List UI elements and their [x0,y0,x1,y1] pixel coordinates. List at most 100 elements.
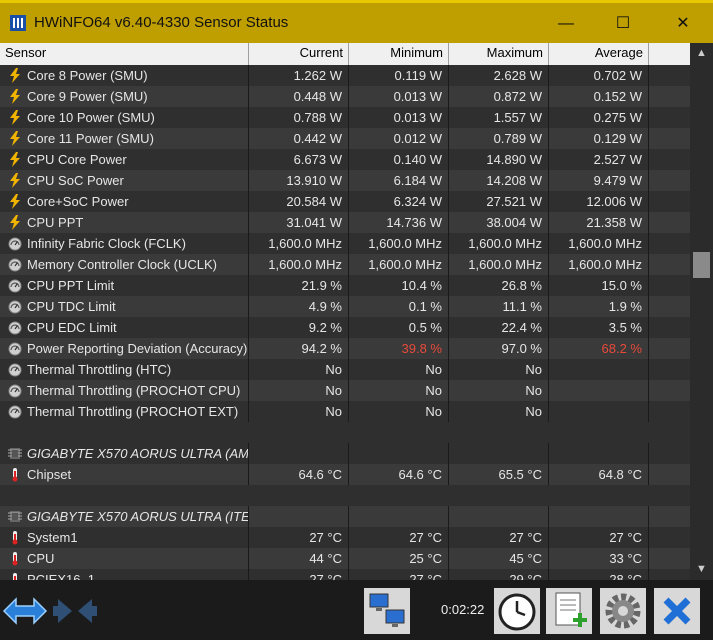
current-value: 27 °C [249,527,349,548]
sensor-row[interactable]: Core 10 Power (SMU) 0.788 W 0.013 W 1.557 W… [0,107,690,128]
column-sensor[interactable]: Sensor [0,43,249,65]
clock-icon[interactable] [494,588,540,634]
maximum-value: No [449,401,549,422]
current-value [249,506,349,527]
minimum-value: 0.140 W [349,149,449,170]
expand-arrows-icon[interactable] [2,588,48,634]
maximum-value [449,443,549,464]
current-value: 0.788 W [249,107,349,128]
close-icon[interactable] [654,588,700,634]
group-header-row[interactable]: GIGABYTE X570 AORUS ULTRA (AM... [0,443,690,464]
sensor-name: GIGABYTE X570 AORUS ULTRA (AM... [0,443,249,464]
sensor-name: GIGABYTE X570 AORUS ULTRA (ITE... [0,506,249,527]
current-value: 1,600.0 MHz [249,254,349,275]
sensor-name: Core 11 Power (SMU) [0,128,249,149]
minimum-value: No [349,401,449,422]
sensor-row[interactable]: Core 9 Power (SMU) 0.448 W 0.013 W 0.872 W0… [0,86,690,107]
sensor-row[interactable]: Core 11 Power (SMU) 0.442 W 0.012 W 0.789 W… [0,128,690,149]
minimum-value: 1,600.0 MHz [349,233,449,254]
sensor-name: Core 8 Power (SMU) [0,65,249,86]
vertical-scrollbar[interactable]: ▲ ▼ [690,43,713,580]
sensor-row[interactable]: Core 8 Power (SMU) 1.262 W 0.119 W 2.628 W0… [0,65,690,86]
maximum-value: 14.890 W [449,149,549,170]
collapse-arrows-icon[interactable] [52,588,98,634]
current-value: 20.584 W [249,191,349,212]
network-icon[interactable] [364,588,410,634]
average-value: 28 °C [549,569,649,580]
window-title: HWiNFO64 v6.40-4330 Sensor Status [34,14,289,31]
scrollbar-thumb[interactable] [693,252,710,278]
maximum-value: 0.872 W [449,86,549,107]
close-window-button[interactable]: ✕ [660,7,706,41]
current-value: 1,600.0 MHz [249,233,349,254]
column-current[interactable]: Current [249,43,349,65]
average-value: 27 °C [549,527,649,548]
sensor-row[interactable]: Memory Controller Clock (UCLK) 1,600.0 MH… [0,254,690,275]
sensor-name: Memory Controller Clock (UCLK) [0,254,249,275]
maximum-value: 65.5 °C [449,464,549,485]
sensor-name: Core+SoC Power [0,191,249,212]
minimum-value: No [349,359,449,380]
average-value: 15.0 % [549,275,649,296]
minimum-value: 64.6 °C [349,464,449,485]
current-value: 0.442 W [249,128,349,149]
minimum-value: 0.1 % [349,296,449,317]
sensor-row[interactable]: PCIEX16_1 27 °C 27 °C 29 °C 28 °C [0,569,690,580]
maximize-button[interactable]: ☐ [600,7,646,41]
sensor-row[interactable]: Chipset 64.6 °C 64.6 °C 65.5 °C 64.8 °C [0,464,690,485]
group-header-row[interactable]: GIGABYTE X570 AORUS ULTRA (ITE... [0,506,690,527]
minimum-value: 0.013 W [349,86,449,107]
maximum-value [449,506,549,527]
sensor-row[interactable]: Thermal Throttling (HTC) No No No [0,359,690,380]
average-value: 1,600.0 MHz [549,233,649,254]
settings-gear-icon[interactable] [600,588,646,634]
average-value: 2.527 W [549,149,649,170]
minimum-value: 0.012 W [349,128,449,149]
sensor-name: PCIEX16_1 [0,569,249,580]
maximum-value: 38.004 W [449,212,549,233]
sensor-name: Thermal Throttling (PROCHOT CPU) [0,380,249,401]
column-minimum[interactable]: Minimum [349,43,449,65]
sensor-name: Core 9 Power (SMU) [0,86,249,107]
current-value: No [249,380,349,401]
average-value: 1,600.0 MHz [549,254,649,275]
average-value: 0.129 W [549,128,649,149]
average-value [549,443,649,464]
current-value: 44 °C [249,548,349,569]
sensor-row[interactable]: Core+SoC Power 20.584 W 6.324 W 27.521 W 12.… [0,191,690,212]
maximum-value: 0.789 W [449,128,549,149]
scroll-up-icon[interactable]: ▲ [696,47,707,59]
sensor-row[interactable]: CPU Core Power 6.673 W 0.140 W 14.890 W 2.52… [0,149,690,170]
sensor-row[interactable]: System1 27 °C 27 °C 27 °C 27 °C [0,527,690,548]
current-value: 94.2 % [249,338,349,359]
maximum-value: 45 °C [449,548,549,569]
scroll-down-icon[interactable]: ▼ [696,563,707,575]
sensor-row[interactable]: CPU SoC Power 13.910 W 6.184 W 14.208 W 9.47… [0,170,690,191]
minimum-value: 27 °C [349,527,449,548]
sensor-row[interactable]: CPU PPT 31.041 W 14.736 W 38.004 W 21.358 W [0,212,690,233]
sensor-grid[interactable]: Sensor Current Minimum Maximum Average C… [0,43,690,580]
column-maximum[interactable]: Maximum [449,43,549,65]
maximum-value: 2.628 W [449,65,549,86]
minimum-value: 14.736 W [349,212,449,233]
sensor-name: Infinity Fabric Clock (FCLK) [0,233,249,254]
sensor-row[interactable]: Thermal Throttling (PROCHOT EXT) No No No [0,401,690,422]
average-value: 0.702 W [549,65,649,86]
average-value: 21.358 W [549,212,649,233]
sensor-name: CPU PPT [0,212,249,233]
sensor-row[interactable]: CPU PPT Limit 21.9 % 10.4 % 26.8 % 15.0 % [0,275,690,296]
sensor-name: CPU SoC Power [0,170,249,191]
sensor-row[interactable]: Infinity Fabric Clock (FCLK) 1,600.0 MHz 1… [0,233,690,254]
sensor-row[interactable]: CPU TDC Limit 4.9 % 0.1 % 11.1 % 1.9 % [0,296,690,317]
sensor-row[interactable]: Power Reporting Deviation (Accuracy) 94.2… [0,338,690,359]
minimize-button[interactable]: — [543,7,589,41]
average-value: 9.479 W [549,170,649,191]
blank-row [0,485,690,506]
column-average[interactable]: Average [549,43,649,65]
sensor-row[interactable]: CPU EDC Limit 9.2 % 0.5 % 22.4 % 3.5 % [0,317,690,338]
sensor-row[interactable]: Thermal Throttling (PROCHOT CPU) No No No [0,380,690,401]
sensor-name: Core 10 Power (SMU) [0,107,249,128]
sensor-row[interactable]: CPU 44 °C 25 °C 45 °C 33 °C [0,548,690,569]
blank-row [0,422,690,443]
report-icon[interactable] [546,588,592,634]
